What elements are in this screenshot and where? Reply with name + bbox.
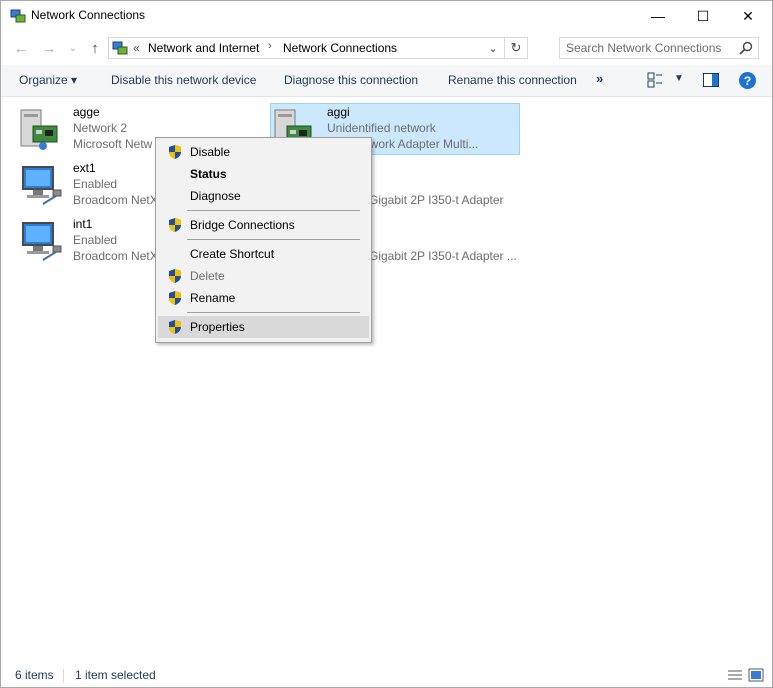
connection-adapter: Broadcom NetX	[73, 249, 158, 263]
search-box[interactable]	[559, 37, 759, 59]
menu-item-label: Bridge Connections	[190, 218, 295, 232]
menu-item-label: Create Shortcut	[190, 247, 275, 261]
connection-name: ext1	[73, 161, 96, 175]
connection-name: int1	[73, 217, 93, 231]
change-view-icon[interactable]	[647, 72, 663, 88]
connection-adapter: Microsoft Netw	[73, 137, 153, 151]
connection-status: Enabled	[73, 177, 118, 191]
up-button[interactable]: ↑	[85, 38, 105, 58]
connection-name: aggi	[327, 105, 350, 119]
context-menu: Disable Status Diagnose Bridge Connectio…	[155, 137, 372, 343]
help-icon: ?	[743, 73, 752, 88]
menu-item-label: Disable	[190, 145, 231, 159]
selection-count: 1 item selected	[75, 668, 156, 682]
connection-status: Enabled	[73, 233, 118, 247]
address-overflow[interactable]: «	[133, 41, 140, 55]
refresh-icon: ↻	[510, 40, 522, 55]
title-bar: Network Connections — ☐ ✕	[1, 1, 772, 31]
rename-connection-button[interactable]: Rename this connection	[448, 73, 577, 87]
menu-item-label: Rename	[190, 291, 236, 305]
close-icon: ✕	[742, 7, 754, 24]
wired-network-adapter-icon	[20, 109, 58, 150]
arrow-up-icon: ↑	[91, 39, 99, 57]
maximize-button[interactable]: ☐	[680, 1, 726, 31]
chevron-down-icon: ⌄	[68, 42, 78, 54]
connection-status: Network 2	[73, 121, 128, 135]
menu-item-label: Status	[190, 167, 227, 181]
chevron-down-icon: ⌄	[488, 42, 498, 55]
breadcrumb-network-connections[interactable]: Network Connections	[283, 41, 397, 55]
connections-view: agge Network 2 Microsoft Netw aggi Unide…	[1, 97, 772, 657]
menu-item-bridge-connections[interactable]: Bridge Connections	[158, 214, 369, 236]
menu-item-properties[interactable]: Properties	[158, 316, 369, 338]
connection-adapter: Gigabit 2P I350-t Adapter	[369, 193, 504, 207]
details-view-icon[interactable]	[727, 668, 743, 682]
search-icon[interactable]	[738, 40, 754, 56]
menu-item-status[interactable]: Status	[158, 163, 369, 185]
ethernet-icon	[22, 222, 62, 261]
connection-name: agge	[73, 105, 100, 119]
menu-item-rename[interactable]: Rename	[158, 287, 369, 309]
uac-shield-icon	[169, 320, 181, 334]
uac-shield-icon	[169, 269, 181, 283]
menu-item-disable[interactable]: Disable	[158, 141, 369, 163]
breadcrumb-separator[interactable]: ›	[268, 40, 272, 52]
help-button[interactable]: ?	[739, 72, 756, 89]
close-button[interactable]: ✕	[725, 1, 771, 31]
menu-item-delete[interactable]: Delete	[158, 265, 369, 287]
window-title: Network Connections	[31, 8, 146, 22]
uac-shield-icon	[169, 145, 181, 159]
maximize-icon: ☐	[696, 7, 710, 24]
menu-item-create-shortcut[interactable]: Create Shortcut	[158, 243, 369, 265]
network-connections-window: Network Connections — ☐ ✕ ← → ⌄ ↑ « Netw…	[0, 0, 773, 688]
view-options-dropdown[interactable]: ▼	[674, 73, 684, 84]
more-commands-button[interactable]: »	[596, 71, 603, 86]
connection-adapter: Broadcom NetX	[73, 193, 158, 207]
uac-shield-icon	[169, 291, 181, 305]
arrow-left-icon: ←	[13, 39, 29, 57]
item-count: 6 items	[15, 668, 54, 682]
connection-adapter: Gigabit 2P I350-t Adapter ...	[369, 249, 517, 263]
network-connections-app-icon	[10, 9, 26, 23]
diagnose-connection-button[interactable]: Diagnose this connection	[284, 73, 418, 87]
uac-shield-icon	[169, 218, 181, 232]
recent-locations-button[interactable]: ⌄	[63, 38, 83, 58]
large-icons-view-icon[interactable]	[748, 668, 764, 682]
ethernet-icon	[22, 166, 62, 205]
status-bar: 6 items 1 item selected	[1, 665, 772, 687]
minimize-button[interactable]: —	[635, 1, 681, 31]
disable-device-button[interactable]: Disable this network device	[111, 73, 256, 87]
minimize-icon: —	[651, 8, 665, 24]
forward-button[interactable]: →	[39, 38, 59, 58]
address-bar[interactable]: « Network and Internet › Network Connect…	[108, 37, 528, 59]
search-input[interactable]	[566, 40, 726, 56]
menu-item-label: Delete	[190, 269, 225, 283]
arrow-right-icon: →	[41, 39, 57, 57]
command-bar: Organize ▾ Disable this network device D…	[1, 65, 772, 97]
refresh-button[interactable]: ↻	[504, 38, 527, 58]
menu-item-label: Diagnose	[190, 189, 241, 203]
address-row: ← → ⌄ ↑ « Network and Internet › Network…	[1, 33, 772, 63]
connection-status: Unidentified network	[327, 121, 436, 135]
address-dropdown-button[interactable]: ⌄	[485, 39, 501, 57]
menu-separator	[187, 312, 360, 313]
menu-separator	[187, 239, 360, 240]
menu-item-label: Properties	[190, 320, 245, 334]
preview-pane-icon[interactable]	[703, 73, 719, 87]
control-panel-icon	[112, 41, 128, 55]
menu-separator	[187, 210, 360, 211]
organize-button[interactable]: Organize ▾	[19, 73, 77, 87]
status-divider	[63, 669, 64, 683]
breadcrumb-network-and-internet[interactable]: Network and Internet	[148, 41, 259, 55]
menu-item-diagnose[interactable]: Diagnose	[158, 185, 369, 207]
back-button[interactable]: ←	[11, 38, 31, 58]
